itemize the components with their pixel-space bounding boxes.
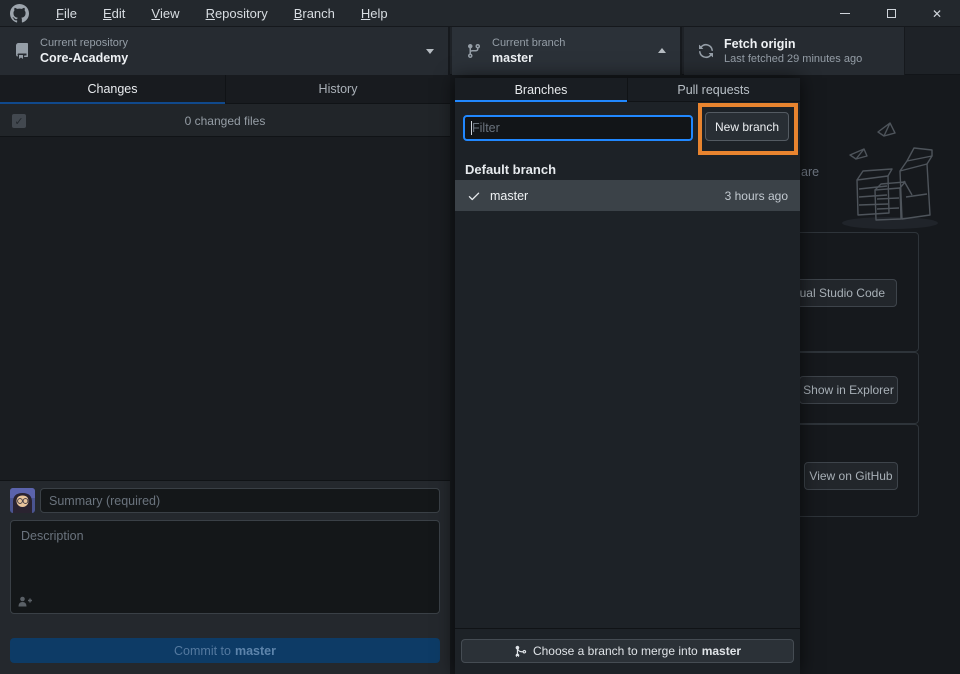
fetch-origin-button[interactable]: Fetch origin Last fetched 29 minutes ago xyxy=(684,27,905,75)
window-controls: ✕ xyxy=(822,0,960,26)
menu-help[interactable]: Help xyxy=(348,0,401,26)
commit-form: Commit to master xyxy=(0,480,450,674)
branch-dropdown: Branches Pull requests New branch Defaul… xyxy=(455,78,800,674)
menu-items: File Edit View Repository Branch Help xyxy=(43,0,401,26)
chevron-up-icon xyxy=(658,48,666,53)
commit-branch-name: master xyxy=(235,644,276,658)
current-repository-label: Current repository xyxy=(40,37,128,49)
current-branch-value: master xyxy=(492,51,565,65)
suggestion-text-fragment: are xyxy=(801,165,819,179)
menu-view[interactable]: View xyxy=(138,0,192,26)
chevron-down-icon xyxy=(426,49,434,54)
description-input[interactable] xyxy=(10,520,440,614)
filter-input[interactable] xyxy=(463,115,693,141)
changed-files-count: 0 changed files xyxy=(0,104,450,137)
current-branch-label: Current branch xyxy=(492,37,565,49)
no-changes-illustration xyxy=(826,101,950,233)
menu-file[interactable]: File xyxy=(43,0,90,26)
dropdown-footer-divider xyxy=(455,628,800,629)
repo-icon xyxy=(14,43,30,59)
menu-repository[interactable]: Repository xyxy=(193,0,281,26)
branch-row-master[interactable]: master 3 hours ago xyxy=(455,180,800,211)
close-button[interactable]: ✕ xyxy=(914,0,960,27)
current-repository-value: Core-Academy xyxy=(40,51,128,65)
toolbar: Current repository Core-Academy Current … xyxy=(0,27,960,75)
close-icon: ✕ xyxy=(932,7,942,21)
annotation-highlight-box xyxy=(698,103,798,155)
menubar: File Edit View Repository Branch Help ✕ xyxy=(0,0,960,27)
avatar xyxy=(10,488,35,513)
tab-branches[interactable]: Branches xyxy=(455,78,627,101)
current-branch-button[interactable]: Current branch master xyxy=(452,27,682,75)
menu-branch[interactable]: Branch xyxy=(281,0,348,26)
fetch-origin-subtitle: Last fetched 29 minutes ago xyxy=(724,53,862,65)
current-repository-button[interactable]: Current repository Core-Academy xyxy=(0,27,450,75)
changed-files-header: ✓ 0 changed files xyxy=(0,104,450,137)
merge-target-branch: master xyxy=(702,644,741,658)
changes-panel: Changes History ✓ 0 changed files xyxy=(0,75,450,674)
merge-branch-button[interactable]: Choose a branch to merge into master xyxy=(461,639,794,663)
sync-icon xyxy=(698,43,714,59)
check-icon xyxy=(467,189,481,203)
branch-dropdown-tabs: Branches Pull requests xyxy=(455,78,800,102)
text-caret xyxy=(471,121,472,135)
view-on-github-button[interactable]: View on GitHub xyxy=(804,462,898,490)
maximize-icon xyxy=(887,9,896,18)
github-desktop-window: File Edit View Repository Branch Help ✕ … xyxy=(0,0,960,674)
add-co-author-icon[interactable] xyxy=(18,596,33,607)
git-branch-icon xyxy=(466,43,482,59)
branches-tab-underline xyxy=(455,100,627,102)
show-in-explorer-button[interactable]: Show in Explorer xyxy=(799,376,898,404)
commit-button[interactable]: Commit to master xyxy=(10,638,440,663)
branch-updated-time: 3 hours ago xyxy=(725,189,788,203)
default-branch-header: Default branch xyxy=(465,162,556,177)
fetch-origin-title: Fetch origin xyxy=(724,37,862,51)
summary-input[interactable] xyxy=(40,488,440,513)
changes-history-tabs: Changes History xyxy=(0,75,450,104)
minimize-icon xyxy=(840,13,850,14)
tab-history[interactable]: History xyxy=(225,75,450,103)
minimize-button[interactable] xyxy=(822,0,868,27)
tab-pull-requests[interactable]: Pull requests xyxy=(627,78,799,101)
branch-name: master xyxy=(490,189,528,203)
maximize-button[interactable] xyxy=(868,0,914,27)
tab-changes[interactable]: Changes xyxy=(0,75,225,103)
github-logo-icon xyxy=(10,4,29,23)
git-merge-icon xyxy=(514,645,527,658)
menu-edit[interactable]: Edit xyxy=(90,0,138,26)
